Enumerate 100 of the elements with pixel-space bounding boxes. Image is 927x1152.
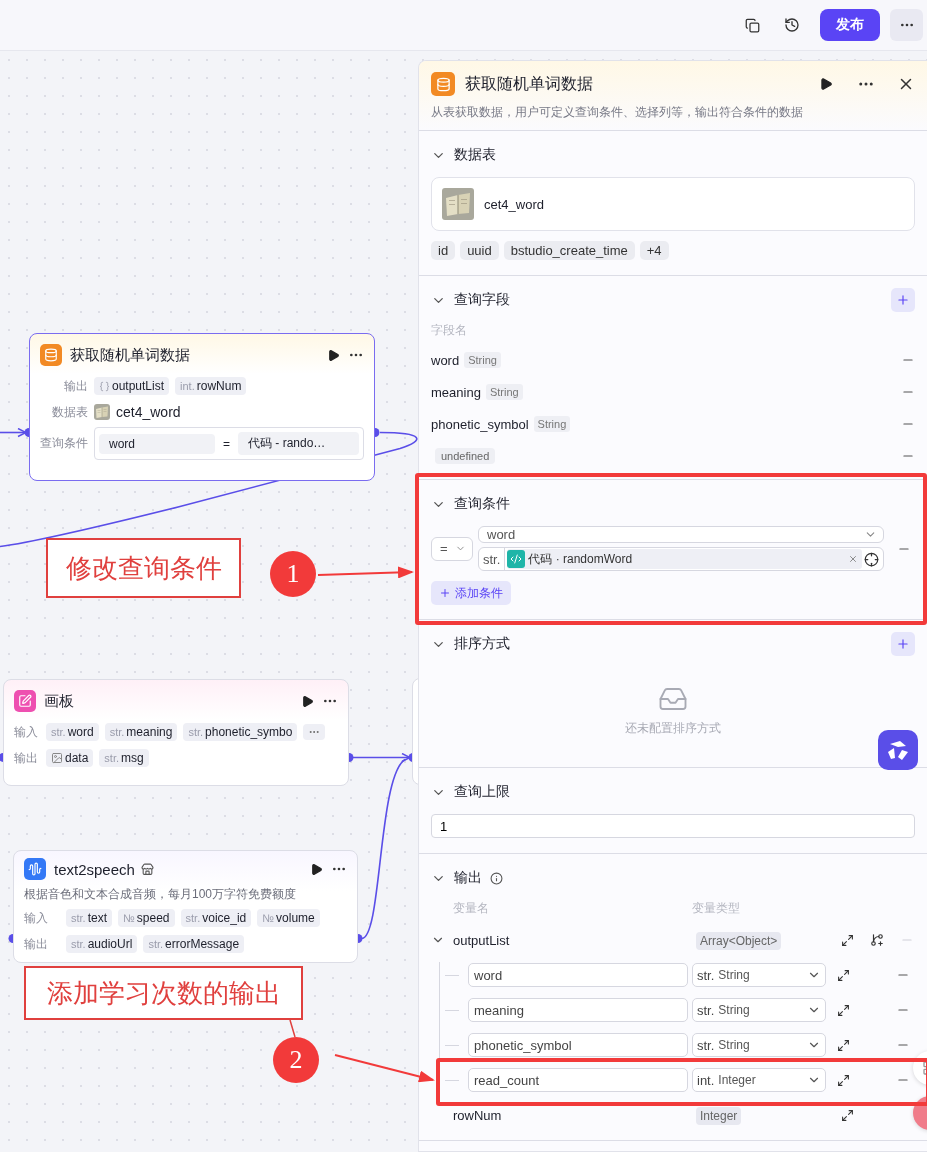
type-select[interactable]: str. String bbox=[692, 1033, 826, 1057]
variable-name: phonetic_symbo bbox=[205, 725, 293, 739]
column-tag: bstudio_create_time bbox=[503, 241, 635, 260]
plus-icon bbox=[896, 293, 910, 307]
variable-name: speed bbox=[136, 911, 170, 925]
type-prefix: № bbox=[262, 912, 275, 924]
field-name: phonetic_symbol bbox=[431, 416, 529, 432]
publish-button[interactable]: 发布 bbox=[820, 9, 880, 41]
clear-icon[interactable] bbox=[848, 554, 858, 564]
run-icon[interactable] bbox=[819, 77, 833, 91]
add-condition-button[interactable]: 添加条件 bbox=[431, 581, 511, 605]
section-title: 排序方式 bbox=[454, 635, 510, 653]
workflow-node[interactable]: 画板 输入 str. word str. meaning str. phonetic_symbo 输出 data str. msg bbox=[3, 679, 349, 786]
type-prefix: str. bbox=[697, 967, 715, 983]
node-icon bbox=[14, 690, 36, 712]
type-prefix: str. bbox=[697, 1002, 715, 1018]
reference-label: 代码 · randomWord bbox=[528, 550, 634, 568]
add-button[interactable] bbox=[891, 288, 915, 312]
type-select[interactable]: int. Integer bbox=[692, 1068, 826, 1092]
type-prefix: int. bbox=[180, 380, 195, 392]
workflow-node[interactable]: text2speech 根据音色和文本合成音频，每月100万字符免费额度 输入 str. text № speed str. voice_id № volume 输出 str. audioUrl str. errorMessage bbox=[13, 850, 358, 963]
section-title: 查询上限 bbox=[454, 783, 510, 801]
image-icon bbox=[51, 752, 63, 764]
leader-line bbox=[289, 1019, 296, 1038]
variable-name: meaning bbox=[126, 725, 173, 739]
column-tag: id bbox=[431, 241, 456, 260]
variable-name: voice_id bbox=[202, 911, 247, 925]
expand-icon[interactable] bbox=[836, 1038, 850, 1052]
name-input[interactable]: read_count bbox=[468, 1068, 688, 1092]
table-name: cet4_word bbox=[116, 404, 181, 420]
node-icon bbox=[40, 344, 62, 366]
type-prefix: str. bbox=[697, 1037, 715, 1053]
database-icon bbox=[431, 72, 455, 96]
add-button[interactable] bbox=[891, 632, 915, 656]
row-label: 输入 bbox=[24, 909, 49, 927]
type-tag: String bbox=[464, 352, 501, 368]
empty-text: 还未配置排序方式 bbox=[625, 720, 721, 737]
expand-icon[interactable] bbox=[836, 1073, 850, 1087]
type-tag: Integer bbox=[696, 1107, 742, 1125]
node-title: 获取随机单词数据 bbox=[70, 345, 190, 365]
type-prefix: № bbox=[123, 912, 135, 924]
section-title: 查询字段 bbox=[454, 291, 510, 309]
variable-name: errorMessage bbox=[165, 937, 240, 951]
run-icon[interactable] bbox=[301, 694, 314, 708]
plus-icon bbox=[439, 587, 451, 599]
row-label: 输出 bbox=[63, 377, 88, 395]
row-label: 输出 bbox=[24, 935, 49, 953]
node-icon bbox=[24, 858, 46, 880]
plus-icon bbox=[896, 637, 910, 651]
type-prefix: str. bbox=[71, 912, 86, 924]
name-input[interactable]: word bbox=[468, 963, 688, 987]
target-icon[interactable] bbox=[864, 551, 879, 567]
panel-title: 获取随机单词数据 bbox=[465, 73, 594, 94]
table-card[interactable]: cet4_word bbox=[431, 177, 915, 231]
type-prefix: str. bbox=[479, 548, 506, 570]
expand-icon[interactable] bbox=[840, 1108, 854, 1122]
column-header: 变量类型 bbox=[692, 900, 741, 917]
expand-icon[interactable] bbox=[836, 968, 850, 982]
type-select[interactable]: str. String bbox=[692, 963, 826, 987]
field-tag: undefined bbox=[435, 448, 496, 464]
type-tag: Array<Object> bbox=[696, 932, 782, 950]
type-name: Integer bbox=[718, 1073, 757, 1087]
name-input[interactable]: meaning bbox=[468, 998, 688, 1022]
name-input[interactable]: phonetic_symbol bbox=[468, 1033, 688, 1057]
type-prefix: int. bbox=[697, 1072, 715, 1088]
type-prefix: str. bbox=[51, 726, 66, 738]
row-label: 查询条件 bbox=[40, 435, 88, 452]
condition-value: 代码 - rando… bbox=[238, 432, 359, 455]
section-title: 查询条件 bbox=[454, 495, 510, 513]
limit-input[interactable]: 1 bbox=[431, 814, 915, 838]
add-child-icon[interactable] bbox=[870, 933, 884, 947]
row-label: 数据表 bbox=[51, 403, 88, 421]
node-description: 根据音色和文本合成音频，每月100万字符免费额度 bbox=[24, 886, 298, 903]
operator-select[interactable]: = bbox=[431, 536, 473, 561]
variable-name: volume bbox=[276, 911, 315, 925]
store-icon bbox=[140, 862, 154, 876]
column-header: 字段名 bbox=[431, 322, 468, 339]
type-prefix: str. bbox=[104, 752, 120, 764]
variable-name: rowNum bbox=[196, 379, 242, 393]
info-icon bbox=[490, 871, 503, 885]
run-icon[interactable] bbox=[327, 348, 340, 362]
expand-icon[interactable] bbox=[836, 1003, 850, 1017]
workflow-node[interactable]: 获取随机单词数据 输出 outputList int. rowNum 数据表 cet4_word 查询条件 word = 代码 - rando… bbox=[29, 333, 375, 481]
expand-icon[interactable] bbox=[840, 933, 854, 947]
run-icon[interactable] bbox=[310, 862, 323, 876]
value-field[interactable]: str. 代码 · randomWord bbox=[478, 547, 884, 571]
assistant-logo[interactable] bbox=[878, 730, 918, 770]
more-inputs-button[interactable] bbox=[303, 724, 326, 740]
type-select[interactable]: str. String bbox=[692, 998, 826, 1022]
variable-name: word bbox=[67, 725, 94, 739]
node-title: 画板 bbox=[44, 691, 74, 711]
braces-icon bbox=[99, 380, 110, 392]
condition-field: word bbox=[99, 433, 215, 454]
field-name: word bbox=[431, 352, 460, 368]
column-header: 变量名 bbox=[453, 900, 490, 917]
field-select[interactable]: word bbox=[478, 526, 884, 543]
annotation-label: 修改查询条件 bbox=[46, 538, 241, 598]
variable-name: data bbox=[65, 751, 89, 765]
column-tag: +4 bbox=[639, 241, 669, 260]
type-prefix: str. bbox=[71, 938, 86, 950]
